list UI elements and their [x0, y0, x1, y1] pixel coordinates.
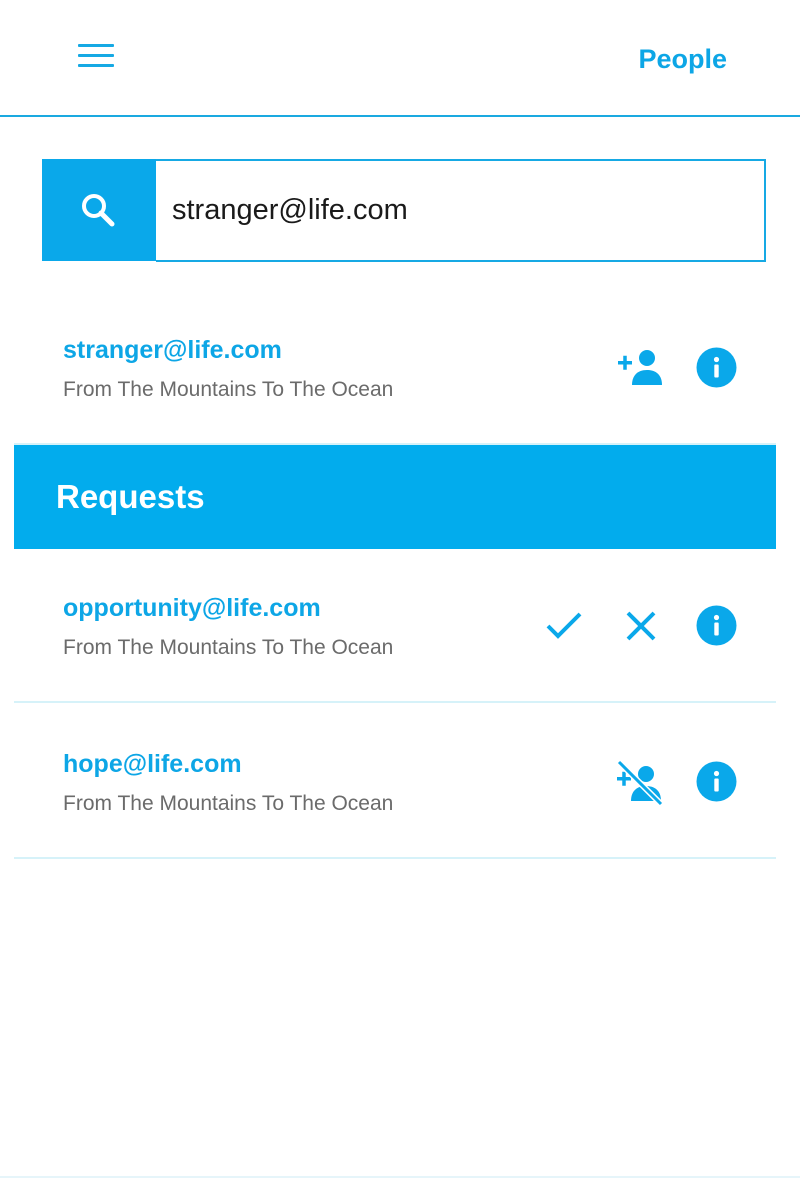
search-button[interactable] [42, 159, 156, 261]
info-button[interactable] [696, 347, 737, 393]
info-icon [696, 605, 737, 646]
accept-request-button[interactable] [545, 611, 583, 646]
close-icon [626, 611, 656, 641]
request-subtitle: From The Mountains To The Ocean [63, 792, 394, 815]
hamburger-menu-icon[interactable] [78, 44, 114, 70]
add-friend-button[interactable] [617, 349, 665, 390]
info-icon [696, 761, 737, 802]
request-item: opportunity@life.com From The Mountains … [14, 584, 776, 704]
requests-section-header: Requests [14, 445, 776, 549]
search-result-email: stranger@life.com [63, 336, 282, 364]
info-button[interactable] [696, 605, 737, 651]
request-email: hope@life.com [63, 750, 242, 778]
app-header: People [0, 0, 800, 117]
search-result-item: stranger@life.com From The Mountains To … [14, 326, 776, 446]
search-result-subtitle: From The Mountains To The Ocean [63, 378, 394, 401]
search-icon [82, 194, 115, 227]
divider [14, 857, 776, 859]
info-icon [696, 347, 737, 388]
search-input[interactable] [156, 159, 766, 262]
decline-request-button[interactable] [625, 610, 657, 647]
divider [14, 701, 776, 703]
request-subtitle: From The Mountains To The Ocean [63, 636, 394, 659]
search-bar [42, 159, 766, 262]
request-item: hope@life.com From The Mountains To The … [14, 740, 776, 860]
checkmark-icon [546, 612, 582, 639]
person-add-disabled-icon [616, 759, 664, 807]
request-email: opportunity@life.com [63, 594, 321, 622]
person-add-icon [618, 350, 662, 385]
info-button[interactable] [696, 761, 737, 807]
page-title: People [638, 44, 727, 74]
cancel-request-button[interactable] [615, 759, 665, 811]
requests-title: Requests [56, 478, 205, 515]
